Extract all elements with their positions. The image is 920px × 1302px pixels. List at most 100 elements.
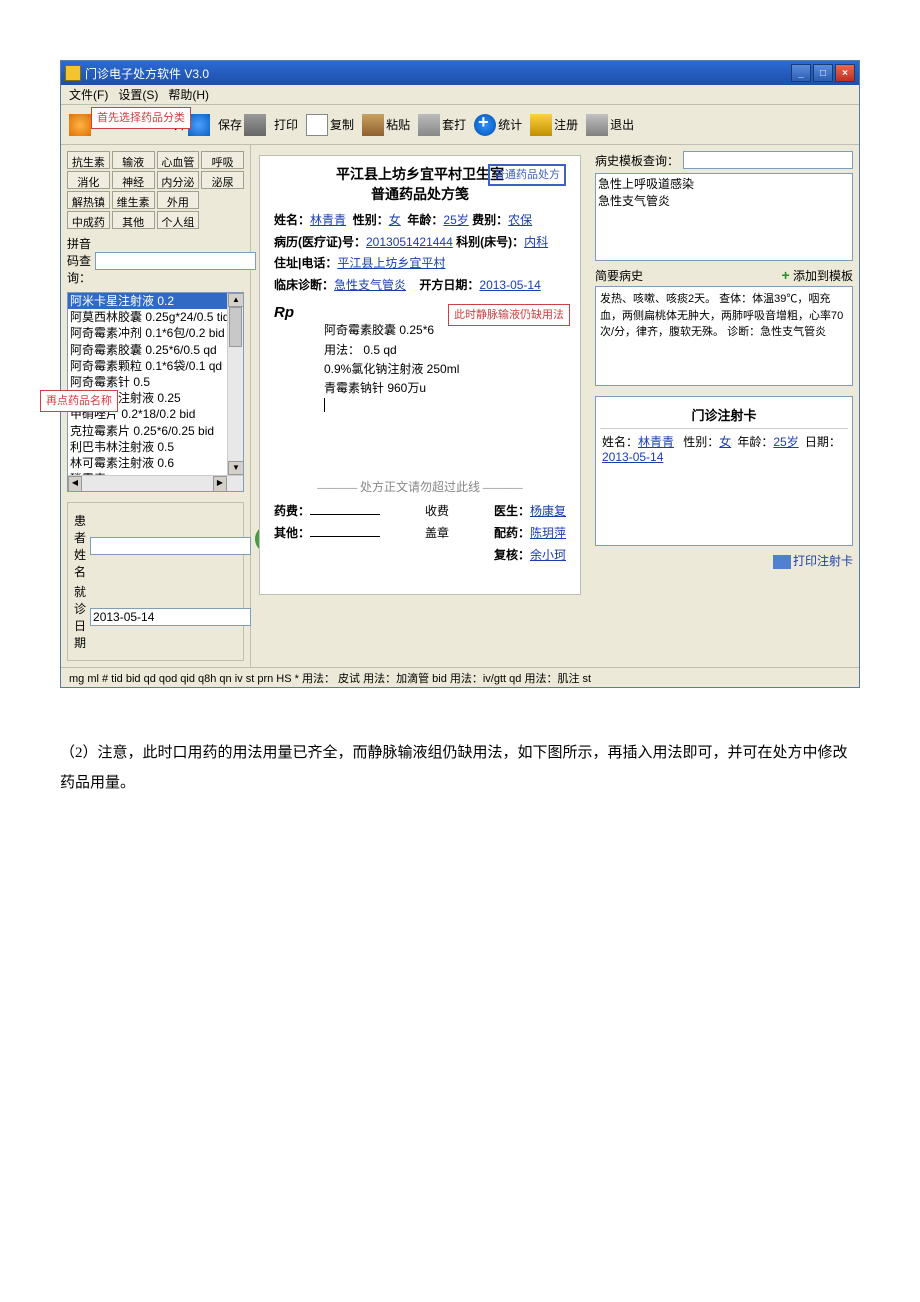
window-title: 门诊电子处方软件 V3.0 <box>85 65 209 82</box>
plus-icon: + <box>781 267 789 283</box>
scrollbar-horizontal[interactable]: ◀ ▶ <box>68 475 243 491</box>
toolbar: 首先选择药品分类 开 保存 打印 复制 粘贴 套打 统计 注册 退出 <box>61 105 859 145</box>
visit-date-input[interactable] <box>90 608 251 626</box>
printer-icon <box>244 114 266 136</box>
drug-list-item[interactable]: 阿奇霉素冲剂 0.1*6包/0.2 bid <box>68 325 243 341</box>
paste-icon <box>362 114 384 136</box>
callout-iv: 此时静脉输液仍缺用法 <box>448 304 570 326</box>
category-button[interactable]: 其他 <box>112 211 155 229</box>
center-panel: 平江县上坊乡宜平村卫生室 普通药品处方笺 普通药品处方 姓名：林青青 性别：女 … <box>251 145 589 667</box>
open-icon <box>188 114 210 136</box>
left-panel: 抗生素输液心血管呼吸消化神经内分泌泌尿解热镇痛维生素激素外用中成药其他个人组套 … <box>61 145 251 667</box>
rx-body[interactable]: Rp 阿奇霉素胶囊 0.25*6 用法： 0.5 qd0.9%氯化钠注射液 25… <box>274 304 566 418</box>
menubar: 文件(F) 设置(S) 帮助(H) <box>61 85 859 105</box>
plus-icon <box>474 114 496 136</box>
rx-stamp: 普通药品处方 <box>488 164 566 186</box>
patient-name-input[interactable] <box>90 537 251 555</box>
patient-name-label: 患者姓名 <box>74 512 86 580</box>
scroll-up-icon[interactable]: ▲ <box>228 293 244 307</box>
right-panel: 病史模板查询： 急性上呼吸道感染急性支气管炎 简要病史 + 添加到模板 发热、咳… <box>589 145 859 667</box>
template-item[interactable]: 急性支气管炎 <box>598 193 850 210</box>
app-icon <box>65 65 81 81</box>
category-button[interactable]: 解热镇痛 <box>67 191 110 209</box>
callout-category: 首先选择药品分类 <box>91 107 191 129</box>
history-textarea[interactable]: 发热、咳嗽、咳痰2天。 查体：体温39℃，咽充血，两侧扁桃体无肿大，两肺呼吸音增… <box>595 286 853 386</box>
rx-patient-info: 姓名：林青青 性别：女 年龄：25岁 费别：农保 病历(医疗证)号：201305… <box>274 210 566 296</box>
category-button[interactable]: 输液 <box>112 151 155 169</box>
exit-icon <box>586 114 608 136</box>
category-button[interactable]: 内分泌 <box>157 171 200 189</box>
paste-button[interactable]: 粘贴 <box>358 108 414 142</box>
app-window: 门诊电子处方软件 V3.0 _ □ × 文件(F) 设置(S) 帮助(H) 首先… <box>60 60 860 688</box>
print-icon <box>773 555 791 569</box>
rx-subtitle: 普通药品处方笺 <box>274 184 566 204</box>
category-button[interactable]: 外用 <box>157 191 200 209</box>
rx-divider: ———— 处方正文请勿超过此线 ———— <box>274 478 566 495</box>
print-button[interactable]: 打印 <box>270 108 302 142</box>
status-bar: mg ml # tid bid qd qod qid q8h qn iv st … <box>61 667 859 687</box>
category-button[interactable]: 维生素激素 <box>112 191 155 209</box>
menu-file[interactable]: 文件(F) <box>65 84 112 105</box>
category-button[interactable]: 泌尿 <box>201 171 244 189</box>
pinyin-input[interactable] <box>95 252 256 270</box>
save-button[interactable]: 保存 <box>214 108 270 142</box>
scroll-thumb[interactable] <box>229 307 242 347</box>
titlebar: 门诊电子处方软件 V3.0 _ □ × <box>61 61 859 85</box>
split-icon <box>418 114 440 136</box>
patient-search-box: 患者姓名 查询 就诊日期 <box>67 502 244 661</box>
history-title: 简要病史 <box>595 267 643 284</box>
exit-button[interactable]: 退出 <box>582 108 638 142</box>
inj-info: 姓名：林青青 性别：女 年龄：25岁 日期：2013-05-14 <box>600 429 848 468</box>
drug-list-item[interactable]: 利巴韦林注射液 0.5 <box>68 439 243 455</box>
template-search-input[interactable] <box>683 151 853 169</box>
text-cursor <box>324 398 325 412</box>
category-button[interactable]: 呼吸 <box>201 151 244 169</box>
key-icon <box>530 114 552 136</box>
drug-list-item[interactable]: 阿米卡星注射液 0.2 <box>68 293 243 309</box>
caption-text: （2）注意，此时口用药的用法用量已齐全，而静脉输液组仍缺用法，如下图所示，再插入… <box>60 738 860 798</box>
rx-line: 青霉素钠针 960万u <box>324 379 566 398</box>
category-button[interactable]: 心血管 <box>157 151 200 169</box>
reg-button[interactable]: 注册 <box>526 108 582 142</box>
category-grid: 抗生素输液心血管呼吸消化神经内分泌泌尿解热镇痛维生素激素外用中成药其他个人组套 <box>67 151 244 229</box>
close-button[interactable]: × <box>835 64 855 82</box>
rx-line: 0.9%氯化钠注射液 250ml <box>324 360 566 379</box>
drug-list-item[interactable]: 林可霉素注射液 0.6 <box>68 455 243 471</box>
template-search-label: 病史模板查询： <box>595 152 679 169</box>
stat-button[interactable]: 统计 <box>470 108 526 142</box>
copy-icon <box>306 114 328 136</box>
pinyin-label: 拼音码查询： <box>67 235 91 286</box>
scroll-right-icon[interactable]: ▶ <box>213 476 227 492</box>
template-item[interactable]: 急性上呼吸道感染 <box>598 176 850 193</box>
minimize-button[interactable]: _ <box>791 64 811 82</box>
inj-title: 门诊注射卡 <box>600 401 848 429</box>
scroll-left-icon[interactable]: ◀ <box>68 476 82 492</box>
rx-line: 用法： 0.5 qd <box>324 341 566 360</box>
category-button[interactable]: 神经 <box>112 171 155 189</box>
callout-drug: 再点药品名称 <box>40 390 118 412</box>
category-button[interactable]: 抗生素 <box>67 151 110 169</box>
category-button[interactable]: 消化 <box>67 171 110 189</box>
add-template-button[interactable]: + 添加到模板 <box>781 267 853 284</box>
drug-list-item[interactable]: 阿奇霉素针 0.5 <box>68 374 243 390</box>
drug-list-item[interactable]: 阿奇霉素胶囊 0.25*6/0.5 qd <box>68 342 243 358</box>
maximize-button[interactable]: □ <box>813 64 833 82</box>
split-button[interactable]: 套打 <box>414 108 470 142</box>
visit-date-label: 就诊日期 <box>74 583 86 651</box>
copy-button[interactable]: 复制 <box>302 108 358 142</box>
drug-list-item[interactable]: 克拉霉素片 0.25*6/0.25 bid <box>68 423 243 439</box>
new-icon <box>69 114 91 136</box>
drug-list-item[interactable]: 阿莫西林胶囊 0.25g*24/0.5 tid <box>68 309 243 325</box>
prescription-paper: 平江县上坊乡宜平村卫生室 普通药品处方笺 普通药品处方 姓名：林青青 性别：女 … <box>259 155 581 595</box>
category-button[interactable]: 个人组套 <box>157 211 200 229</box>
menu-settings[interactable]: 设置(S) <box>114 84 162 105</box>
menu-help[interactable]: 帮助(H) <box>164 84 213 105</box>
print-injection-button[interactable]: 打印注射卡 <box>595 552 853 569</box>
scrollbar-vertical[interactable]: ▲ ▼ <box>227 293 243 475</box>
category-button[interactable]: 中成药 <box>67 211 110 229</box>
rx-footer: 药费： 其他： 收费盖章 医生：杨康复 配药：陈玥萍 复核：余小珂 <box>274 501 566 566</box>
injection-card: 门诊注射卡 姓名：林青青 性别：女 年龄：25岁 日期：2013-05-14 <box>595 396 853 546</box>
scroll-down-icon[interactable]: ▼ <box>228 461 244 475</box>
template-list[interactable]: 急性上呼吸道感染急性支气管炎 <box>595 173 853 261</box>
drug-list-item[interactable]: 阿奇霉素颗粒 0.1*6袋/0.1 qd <box>68 358 243 374</box>
